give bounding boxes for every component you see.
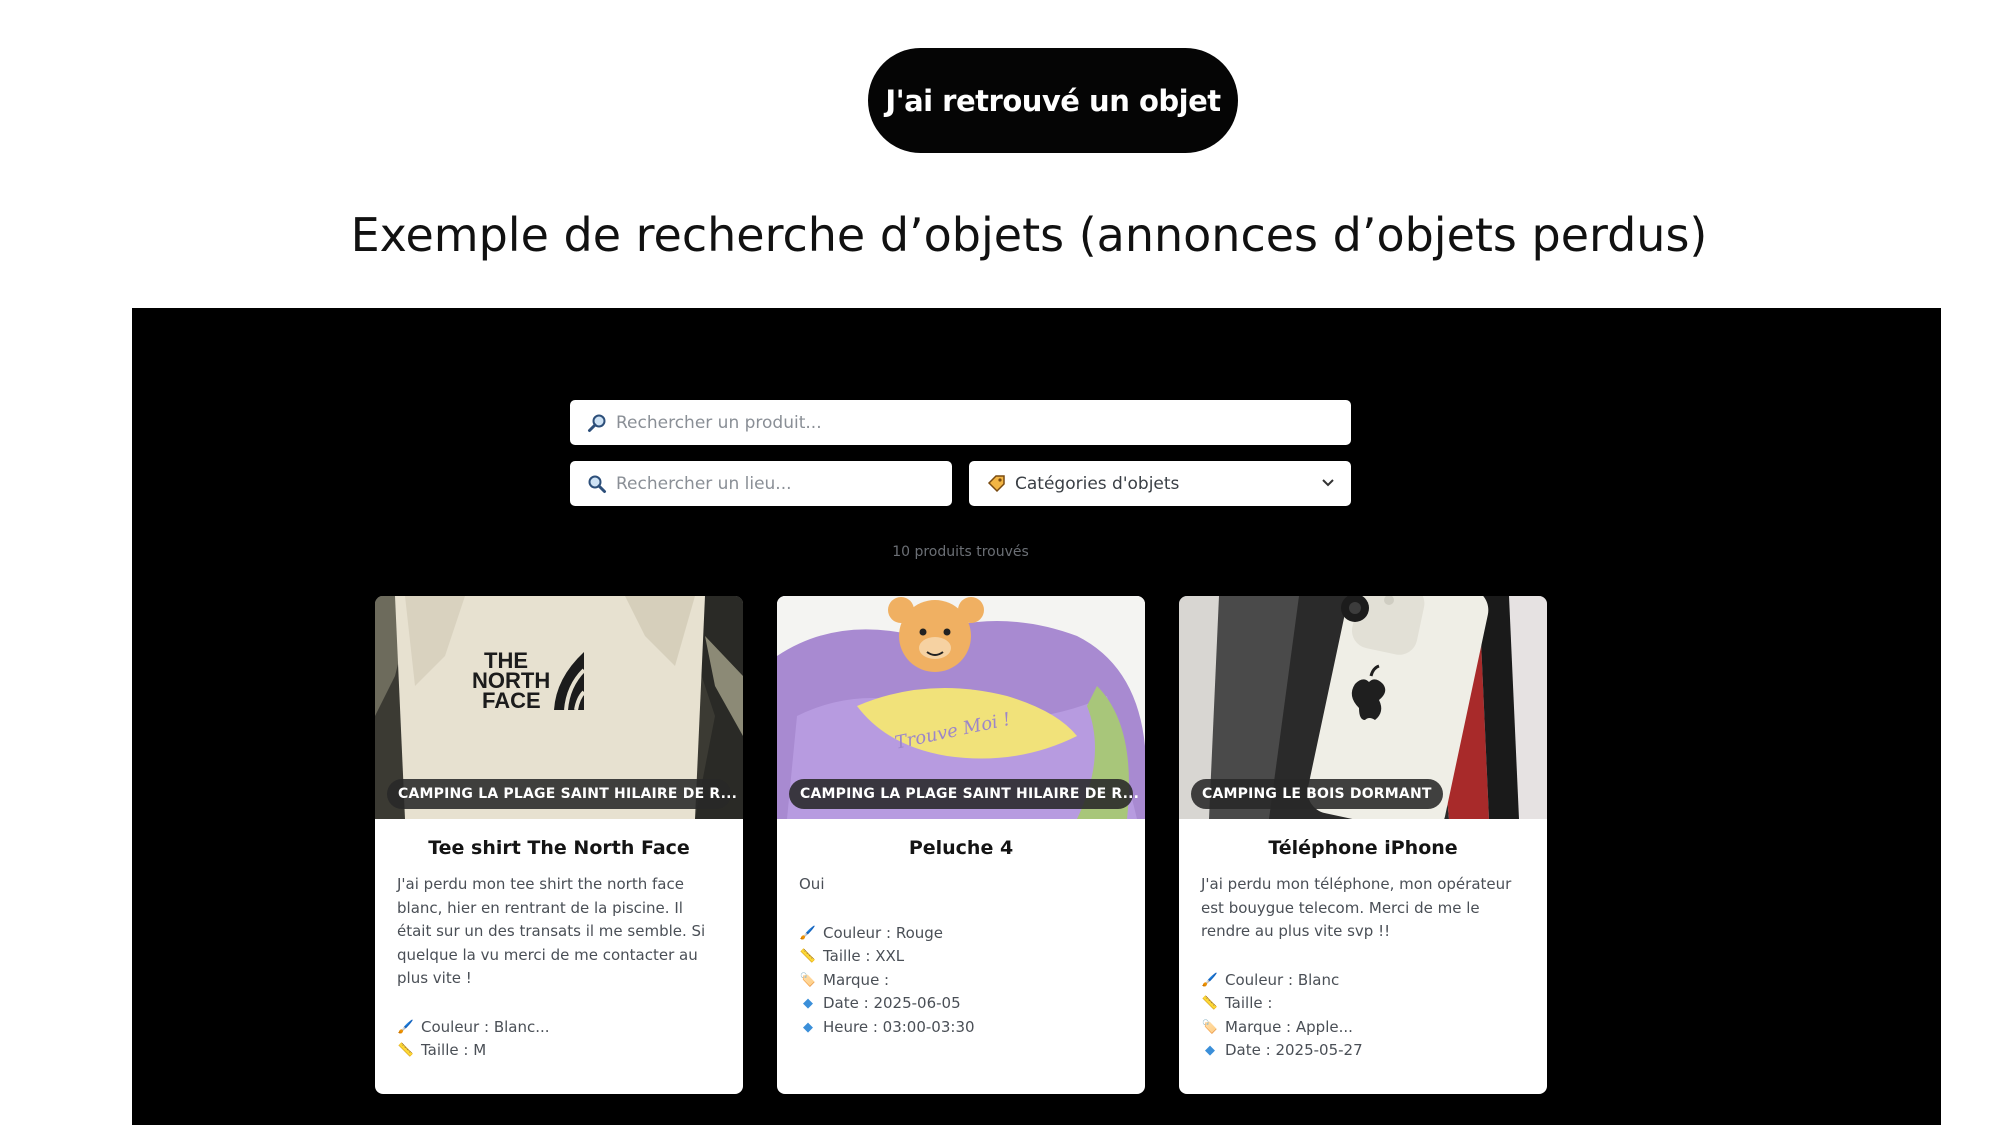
photo-print-line: FACE: [482, 688, 541, 713]
card-title: Tee shirt The North Face: [428, 837, 690, 859]
chevron-down-icon: [1322, 479, 1334, 487]
app-screenshot: Rechercher un produit... Rechercher un l…: [132, 308, 1941, 1125]
paintbrush-icon: 🖌️: [397, 1019, 415, 1035]
attribute-size: 📏 Taille : XXL: [799, 945, 1123, 969]
product-photo-plush: Trouve Moi ! CAMPING LA PLAGE SAINT HILA…: [777, 596, 1145, 819]
attribute-list: 🖌️ Couleur : Blanc... 📏 Taille : M: [397, 1016, 721, 1063]
product-photo-tshirt: THE NORTH FACE CAMPING LA PLAGE SAINT HI…: [375, 596, 743, 819]
magnifier-right-icon: [586, 413, 608, 433]
attribute-size: 📏 Taille :: [1201, 992, 1525, 1016]
label-tag-icon: 🏷️: [1201, 1019, 1219, 1035]
paintbrush-icon: 🖌️: [799, 925, 817, 941]
attribute-color: 🖌️ Couleur : Blanc: [1201, 969, 1525, 993]
card-description: Oui: [799, 875, 825, 893]
product-card[interactable]: CAMPING LE BOIS DORMANT Téléphone iPhone…: [1179, 596, 1547, 1094]
attribute-color: 🖌️ Couleur : Rouge: [799, 922, 1123, 946]
attribute-size-text: Taille : XXL: [823, 947, 905, 965]
product-search-input[interactable]: Rechercher un produit...: [570, 400, 1351, 445]
card-title: Téléphone iPhone: [1268, 837, 1458, 859]
location-badge: CAMPING LE BOIS DORMANT: [1191, 779, 1443, 809]
label-tag-icon: [985, 474, 1007, 494]
paintbrush-icon: 🖌️: [1201, 972, 1219, 988]
card-title: Peluche 4: [908, 837, 1014, 859]
attribute-time: ◆ Heure : 03:00-03:30: [799, 1016, 1123, 1040]
attribute-list: 🖌️ Couleur : Rouge 📏 Taille : XXL 🏷️ Marque…: [799, 922, 1123, 1040]
attribute-color-text: Couleur : Rouge: [823, 923, 943, 942]
category-select[interactable]: Catégories d'objets: [969, 461, 1351, 506]
diamond-icon: ◆: [803, 996, 813, 1011]
attribute-date: ◆ Date : 2025-05-27: [1201, 1039, 1525, 1063]
ruler-icon: 📏: [799, 949, 817, 964]
diamond-icon: ◆: [803, 1019, 813, 1035]
attribute-time-text: Heure : 03:00-03:30: [823, 1017, 975, 1036]
card-description: J'ai perdu mon tee shirt the north face …: [397, 875, 706, 987]
attribute-brand-text: Marque :: [823, 970, 890, 989]
place-search-placeholder: Rechercher un lieu...: [616, 473, 792, 494]
found-object-button[interactable]: J'ai retrouvé un objet: [868, 48, 1238, 153]
attribute-date-text: Date : 2025-05-27: [1225, 1041, 1363, 1059]
attribute-brand: 🏷️ Marque :: [799, 969, 1123, 993]
card-description: J'ai perdu mon téléphone, mon opérateur …: [1201, 875, 1512, 940]
location-badge: CAMPING LA PLAGE SAINT HILAIRE DE R...: [789, 779, 1139, 809]
slide-title: Exemple de recherche d’objets (annonces …: [350, 208, 1708, 262]
label-tag-icon: 🏷️: [799, 972, 817, 988]
attribute-color-text: Couleur : Blanc...: [421, 1017, 550, 1036]
attribute-brand-text: Marque : Apple...: [1225, 1017, 1353, 1036]
product-search-placeholder: Rechercher un produit...: [616, 412, 822, 433]
place-search-input[interactable]: Rechercher un lieu...: [570, 461, 952, 506]
attribute-size: 📏 Taille : M: [397, 1039, 721, 1063]
ruler-icon: 📏: [1201, 996, 1219, 1011]
magnifier-left-icon: [586, 474, 608, 494]
attribute-brand: 🏷️ Marque : Apple...: [1201, 1016, 1525, 1040]
category-select-value: Catégories d'objets: [1015, 473, 1180, 494]
product-card[interactable]: Trouve Moi ! CAMPING LA PLAGE SAINT HILA…: [777, 596, 1145, 1094]
result-count: 10 produits trouvés: [892, 544, 1029, 560]
attribute-size-text: Taille : M: [421, 1041, 487, 1059]
attribute-color: 🖌️ Couleur : Blanc...: [397, 1016, 721, 1040]
ruler-icon: 📏: [397, 1043, 415, 1058]
attribute-list: 🖌️ Couleur : Blanc 📏 Taille : 🏷️ Marque : A…: [1201, 969, 1525, 1063]
attribute-date: ◆ Date : 2025-06-05: [799, 992, 1123, 1016]
product-photo-phone: CAMPING LE BOIS DORMANT: [1179, 596, 1547, 819]
location-badge: CAMPING LA PLAGE SAINT HILAIRE DE R...: [387, 779, 737, 809]
product-card[interactable]: THE NORTH FACE CAMPING LA PLAGE SAINT HI…: [375, 596, 743, 1094]
attribute-date-text: Date : 2025-06-05: [823, 994, 961, 1012]
attribute-size-text: Taille :: [1225, 994, 1273, 1012]
diamond-icon: ◆: [1205, 1043, 1215, 1058]
attribute-color-text: Couleur : Blanc: [1225, 970, 1340, 989]
